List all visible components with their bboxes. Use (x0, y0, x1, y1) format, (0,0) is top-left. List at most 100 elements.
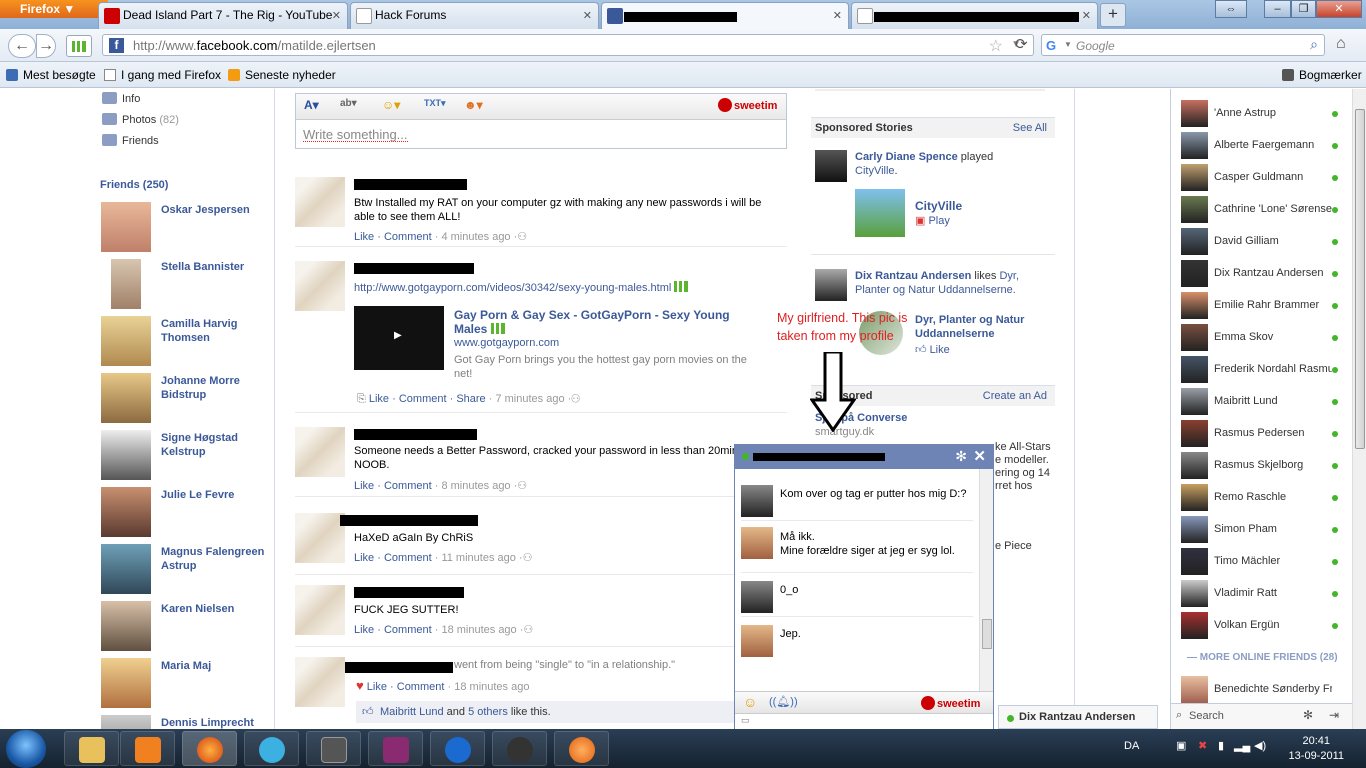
taskbar-firefox[interactable] (182, 731, 237, 766)
chat-scrollbar[interactable] (979, 469, 993, 691)
timestamp[interactable]: 8 minutes ago (441, 480, 510, 492)
start-button[interactable] (6, 730, 46, 768)
taskbar-origin[interactable] (554, 731, 609, 766)
comment-link[interactable]: Comment (384, 480, 432, 492)
story-app-link[interactable]: CityVille (855, 165, 895, 177)
close-icon[interactable]: ✕ (833, 9, 842, 22)
search-bar[interactable]: G ▼ Google ⌕ (1041, 34, 1325, 56)
cityville-logo[interactable] (855, 189, 905, 237)
avatar[interactable] (111, 259, 141, 309)
avatar[interactable] (295, 657, 345, 707)
tab-redacted[interactable]: ✕ (851, 2, 1098, 29)
timestamp[interactable]: 7 minutes ago (495, 393, 564, 405)
font-color-icon[interactable]: A▾ (304, 98, 319, 116)
battery-icon[interactable]: ▮ (1218, 739, 1224, 752)
more-online-friends[interactable]: — MORE ONLINE FRIENDS (28) (1187, 652, 1338, 663)
friend-item[interactable]: Signe Høgstad Kelstrup (101, 430, 271, 480)
buddy-item[interactable]: Simon Pham (1179, 513, 1344, 545)
avatar[interactable] (101, 715, 151, 729)
language-indicator[interactable]: DA (1124, 740, 1139, 752)
taskbar-steam[interactable] (492, 731, 547, 766)
like-link[interactable]: Like (369, 393, 389, 405)
video-thumbnail[interactable]: ▶ (354, 306, 444, 370)
attachment-url[interactable]: www.gotgayporn.com (454, 337, 559, 349)
buddy-item[interactable]: Benedichte Sønderby Fr (1179, 673, 1344, 705)
buddy-item[interactable]: Emma Skov (1179, 321, 1344, 353)
taskbar-app-b[interactable] (306, 731, 361, 766)
others-link[interactable]: 5 others (468, 706, 508, 718)
avatar[interactable] (741, 581, 773, 613)
star-icon[interactable]: ☆ (989, 36, 1003, 56)
comment-link[interactable]: Comment (399, 393, 447, 405)
app-title-link[interactable]: CityVille (915, 199, 962, 213)
play-link[interactable]: ▣ Play (915, 214, 950, 227)
buddy-item[interactable]: Rasmus Skjelborg (1179, 449, 1344, 481)
tab-youtube[interactable]: Dead Island Part 7 - The Rig - YouTube ✕ (98, 2, 348, 29)
signal-addon-icon[interactable] (66, 35, 92, 57)
post-link[interactable]: http://www.gotgayporn.com/videos/30342/s… (354, 281, 764, 295)
gear-icon[interactable]: ✻ (955, 448, 967, 465)
like-link[interactable]: Like (354, 480, 374, 492)
page-title-link[interactable]: Dyr, Planter og Natur Uddannelserne (915, 313, 1045, 341)
story-user-link[interactable]: Carly Diane Spence (855, 151, 958, 163)
like-page-link[interactable]: 👍︎ Like (915, 343, 950, 356)
buddy-item[interactable]: Timo Mächler (1179, 545, 1344, 577)
buddy-item[interactable]: Cathrine 'Lone' Sørensen (1179, 193, 1344, 225)
bookmark-getting-started[interactable]: I gang med Firefox (104, 68, 221, 82)
avatar[interactable] (815, 150, 847, 182)
comment-link[interactable]: Comment (384, 624, 432, 636)
buddy-item[interactable]: Rasmus Pedersen (1179, 417, 1344, 449)
close-icon[interactable]: ✕ (973, 447, 986, 465)
avatar[interactable] (101, 544, 151, 594)
friend-item[interactable]: Karen Nielsen (101, 601, 271, 651)
buddy-item[interactable]: Vladimir Ratt (1179, 577, 1344, 609)
scroll-thumb[interactable] (1355, 109, 1365, 449)
sweetim-logo[interactable]: sweetim (718, 98, 777, 116)
nav-friends[interactable]: Friends (102, 134, 159, 147)
buddy-item[interactable]: Remo Raschle (1179, 481, 1344, 513)
forward-icon[interactable]: → (36, 34, 56, 58)
popout-icon[interactable]: ⇥ (1329, 708, 1339, 722)
buddy-item[interactable]: David Gilliam (1179, 225, 1344, 257)
comment-link[interactable]: Comment (384, 552, 432, 564)
avatar[interactable] (295, 513, 345, 563)
maximize-icon[interactable]: ❐ (1291, 0, 1316, 18)
buddy-item[interactable]: Casper Guldmann (1179, 161, 1344, 193)
timestamp[interactable]: 18 minutes ago (441, 624, 516, 636)
firefox-menu-button[interactable]: Firefox ▼ (0, 0, 108, 18)
smiley-icon[interactable]: ☺▾ (382, 98, 400, 116)
smiley-icon[interactable]: ☺ (743, 694, 757, 710)
friend-item[interactable]: Oskar Jespersen (101, 202, 271, 252)
taskbar-winrar[interactable] (368, 731, 423, 766)
bookmarks-menu[interactable]: Bogmærker (1282, 68, 1362, 82)
composer-input[interactable]: Write something... (303, 128, 408, 142)
home-icon[interactable]: ⌂ (1336, 35, 1346, 53)
avatar[interactable] (101, 487, 151, 537)
story-user-link[interactable]: Dix Rantzau Andersen (855, 270, 971, 282)
sidebar-search[interactable]: ⌕ Search ✻ ⇥ (1171, 703, 1353, 729)
reload-icon[interactable]: ⟳ (1015, 35, 1028, 53)
friend-item[interactable]: Johanne Morre Bidstrup (101, 373, 271, 423)
text-effects-icon[interactable]: TXT▾ (424, 98, 446, 116)
nav-info[interactable]: Info (102, 92, 140, 105)
buddy-item[interactable]: Emilie Rahr Brammer (1179, 289, 1344, 321)
bookmark-latest-news[interactable]: Seneste nyheder (228, 68, 336, 82)
avatar[interactable] (101, 658, 151, 708)
avatar[interactable] (101, 202, 151, 252)
avatar[interactable] (101, 430, 151, 480)
bookmark-most-visited[interactable]: Mest besøgte (6, 68, 96, 82)
close-window-icon[interactable]: ✕ (1316, 0, 1362, 18)
like-link[interactable]: Like (354, 552, 374, 564)
avatar[interactable] (295, 261, 345, 311)
buddy-item[interactable]: Alberte Faergemann (1179, 129, 1344, 161)
taskbar-messenger[interactable] (244, 731, 299, 766)
buddy-item[interactable]: 'Anne Astrup (1179, 97, 1344, 129)
chat-header[interactable]: ✻ ✕ (735, 445, 993, 469)
buddy-item[interactable]: Maibritt Lund (1179, 385, 1344, 417)
avatar[interactable] (101, 316, 151, 366)
taskbar-media[interactable] (120, 731, 175, 766)
avatar[interactable] (741, 485, 773, 517)
buddy-item[interactable]: Frederik Nordahl Rasmussen (1179, 353, 1344, 385)
clock[interactable]: 20:41 13-09-2011 (1289, 734, 1344, 764)
friend-item[interactable]: Maria Maj (101, 658, 271, 708)
